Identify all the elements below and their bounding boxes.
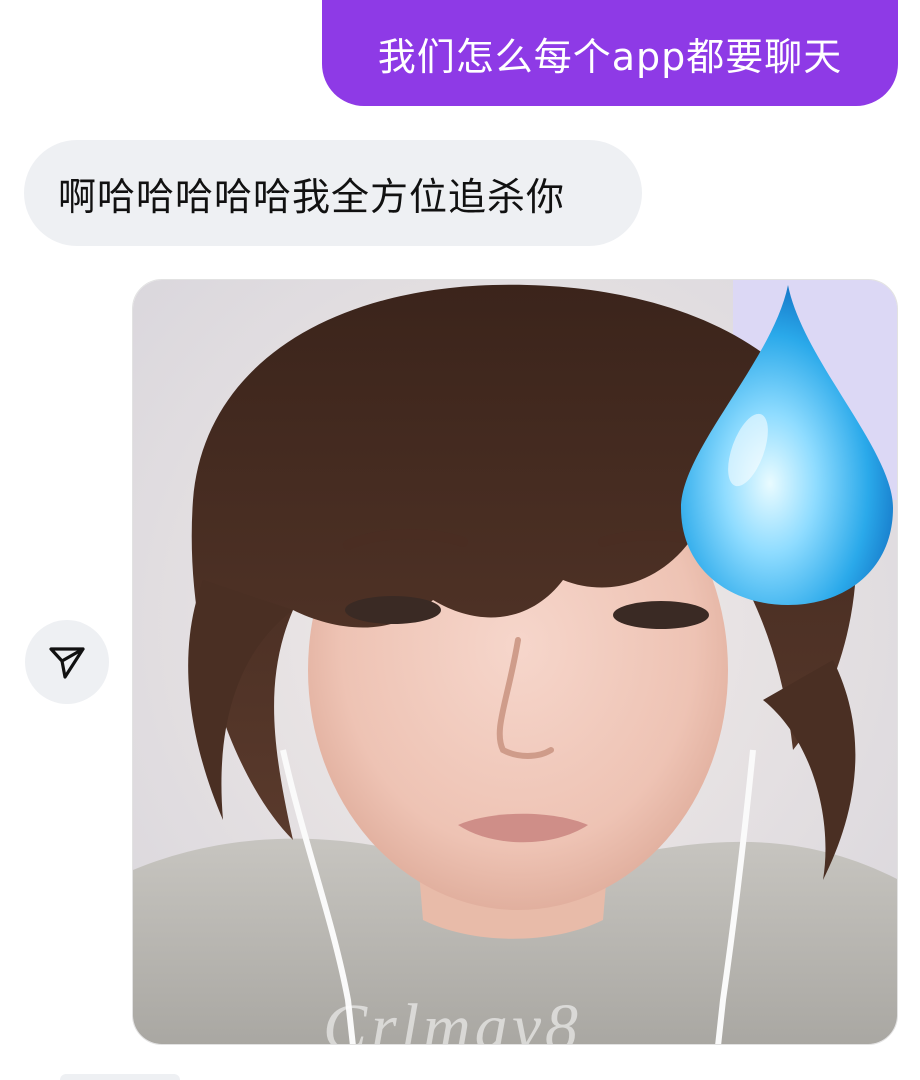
incoming-message-text: 啊哈哈哈哈哈我全方位追杀你 [58,174,566,219]
outgoing-message-bubble[interactable]: 我们怎么每个app都要聊天 [322,0,898,106]
next-message-bubble-partial [60,1074,180,1080]
send-icon [49,647,85,679]
image-message[interactable]: Crlmay8 [132,279,898,1045]
selfie-photo [133,280,897,1044]
outgoing-message-text: 我们怎么每个app都要聊天 [377,34,843,79]
share-button[interactable] [25,620,109,704]
incoming-message-bubble[interactable]: 啊哈哈哈哈哈我全方位追杀你 [24,140,642,246]
image-watermark: Crlmay8 [323,991,582,1045]
